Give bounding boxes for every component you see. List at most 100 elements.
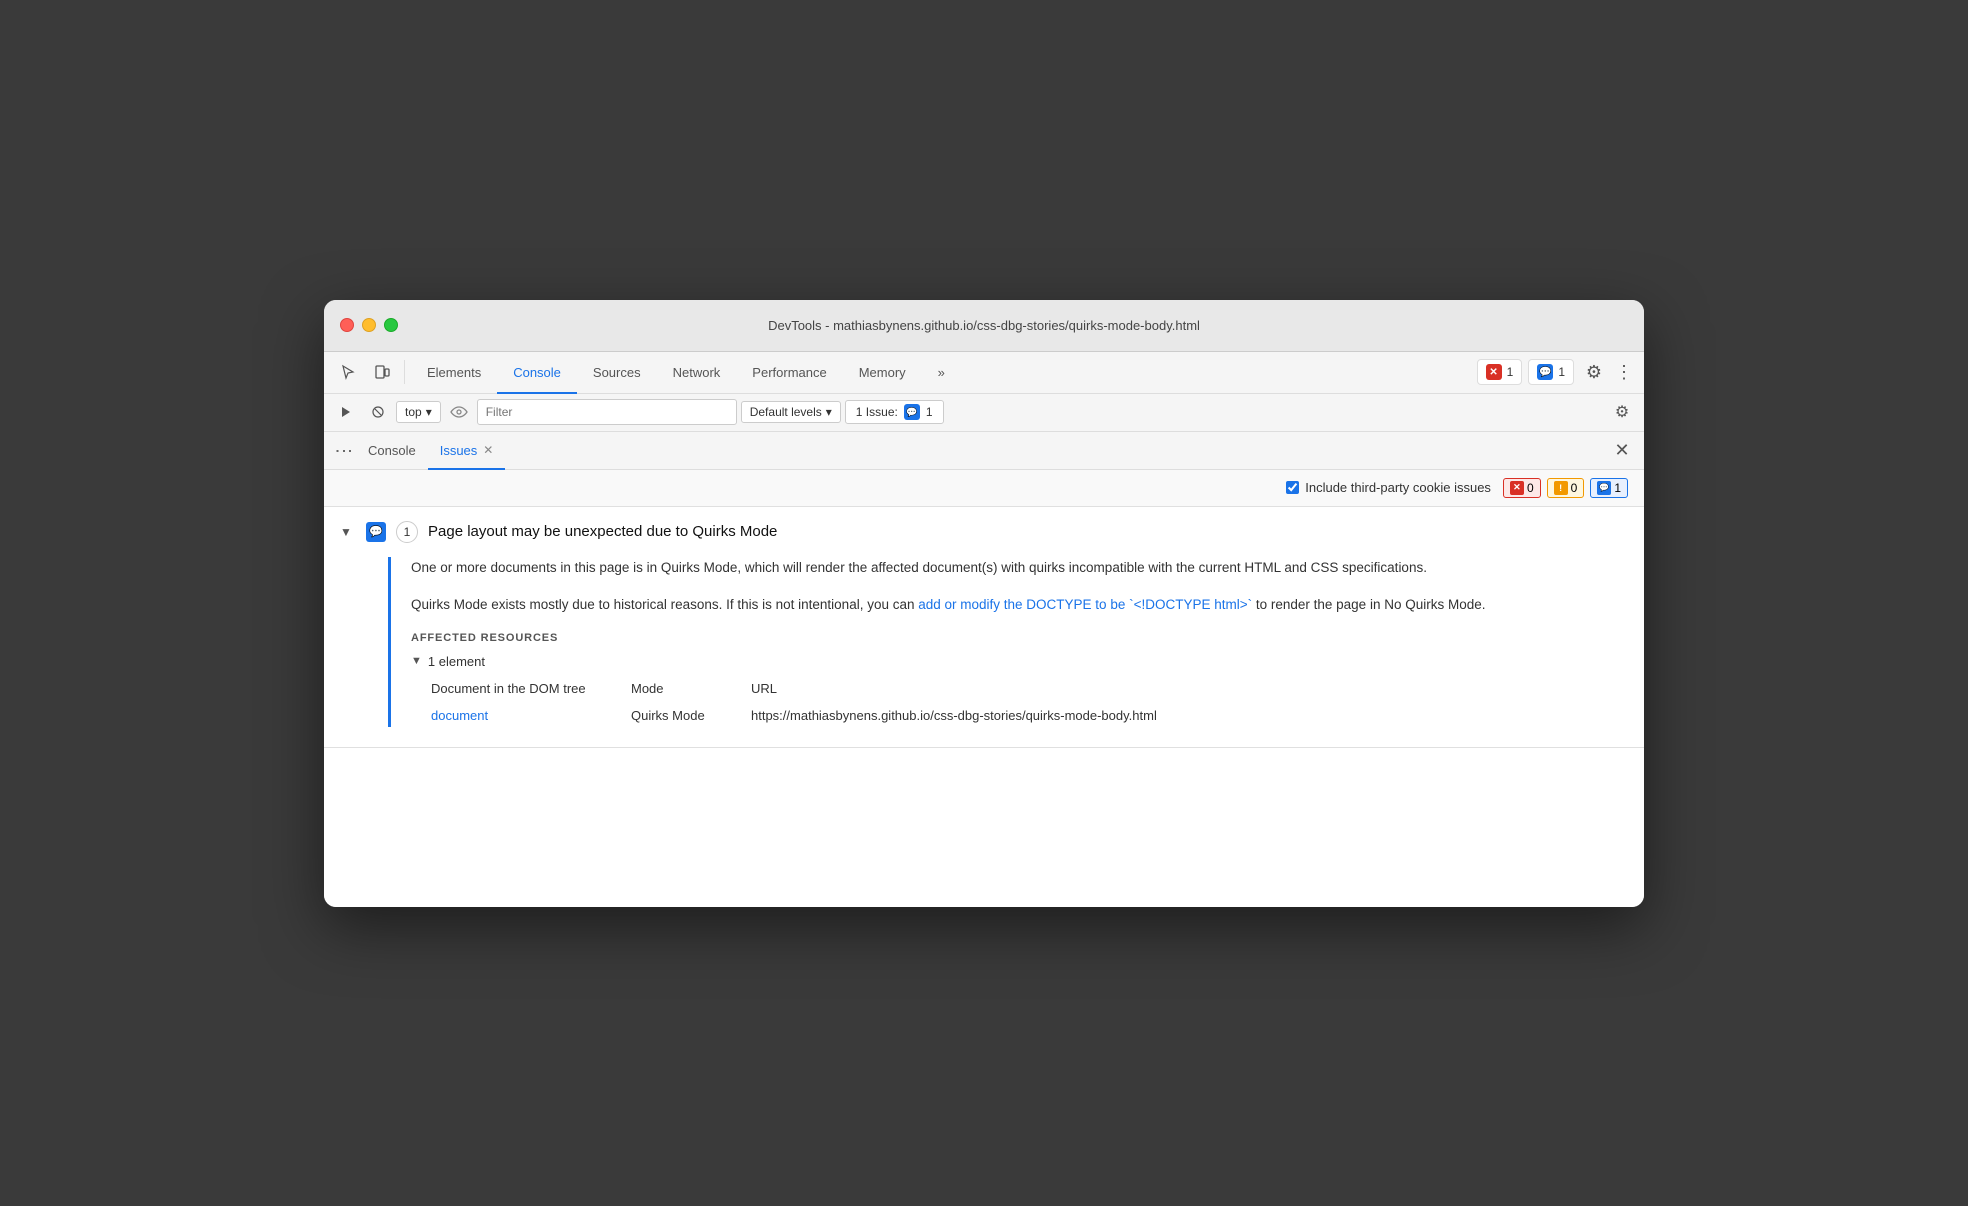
context-selector-btn[interactable]: top ▾ [396, 401, 441, 423]
error-count-value: 0 [1527, 481, 1534, 495]
col-doc-header: Document in the DOM tree [431, 681, 631, 696]
issues-count: 1 [926, 405, 933, 419]
resource-table-row: document Quirks Mode https://mathiasbyne… [431, 704, 1628, 727]
chevron-down-icon: ▾ [426, 405, 432, 419]
col-doc-value: document [431, 708, 631, 723]
vertical-dots-icon: ⋮ [1615, 362, 1633, 383]
context-selector-label: top [405, 405, 422, 419]
console-toolbar: top ▾ Default levels ▾ 1 Issue: 💬 1 ⚙ [324, 394, 1644, 432]
document-link[interactable]: document [431, 708, 631, 723]
cursor-icon-btn[interactable] [332, 356, 364, 388]
issue-type-icon: 💬 [366, 522, 386, 542]
issue-count-badge: 1 [396, 521, 418, 543]
error-count-btn[interactable]: ✕ 1 [1477, 359, 1523, 385]
issue-item: ▼ 💬 1 Page layout may be unexpected due … [324, 507, 1644, 748]
desc2-suffix: to render the page in No Quirks Mode. [1252, 597, 1485, 612]
tab-sources[interactable]: Sources [577, 352, 657, 394]
error-icon: ✕ [1486, 364, 1502, 380]
tab-elements[interactable]: Elements [411, 352, 497, 394]
issues-label: 1 Issue: [856, 405, 898, 419]
resource-table-header: Document in the DOM tree Mode URL [431, 677, 1628, 700]
more-options-btn[interactable]: ⋮ [1612, 356, 1636, 388]
message-count: 1 [1558, 365, 1565, 379]
col-url-header: URL [751, 681, 1628, 696]
info-count-badge: 💬 1 [1590, 478, 1628, 498]
col-mode-value: Quirks Mode [631, 708, 751, 723]
panel-header: ⋮ Console Issues ✕ ✕ [324, 432, 1644, 470]
close-issues-tab-icon[interactable]: ✕ [483, 443, 493, 457]
issue-doc-link[interactable]: add or modify the DOCTYPE to be `<!DOCTY… [918, 597, 1252, 612]
error-count: 1 [1507, 365, 1514, 379]
third-party-checkbox[interactable] [1286, 481, 1299, 494]
tab-network[interactable]: Network [657, 352, 737, 394]
devtools-window: DevTools - mathiasbynens.github.io/css-d… [324, 300, 1644, 907]
error-badge-icon: ✕ [1510, 481, 1524, 495]
affected-resources: Affected Resources ▼ 1 element Document … [411, 632, 1628, 727]
col-mode-header: Mode [631, 681, 751, 696]
tab-performance[interactable]: Performance [736, 352, 842, 394]
issue-description-1: One or more documents in this page is in… [411, 557, 1628, 579]
levels-btn[interactable]: Default levels ▾ [741, 401, 841, 423]
panel-close-btn[interactable]: ✕ [1608, 436, 1636, 464]
message-count-btn[interactable]: 💬 1 [1528, 359, 1574, 385]
panel-menu-btn[interactable]: ⋮ [332, 436, 356, 464]
issue-left-bar: One or more documents in this page is in… [388, 557, 1628, 727]
filter-input[interactable] [477, 399, 737, 425]
resource-chevron-icon[interactable]: ▼ [411, 655, 422, 667]
levels-chevron-icon: ▾ [826, 405, 832, 419]
title-bar: DevTools - mathiasbynens.github.io/css-d… [324, 300, 1644, 352]
tab-console[interactable]: Console [497, 352, 577, 394]
clear-icon [371, 405, 385, 419]
issues-filter-bar: Include third-party cookie issues ✕ 0 ! … [324, 470, 1644, 507]
tab-more[interactable]: » [922, 352, 961, 394]
issue-body: One or more documents in this page is in… [324, 557, 1644, 747]
console-gear-icon: ⚙ [1615, 402, 1629, 422]
settings-btn[interactable]: ⚙ [1578, 356, 1610, 388]
affected-label: Affected Resources [411, 632, 1628, 644]
eye-icon [450, 406, 468, 418]
resource-table: Document in the DOM tree Mode URL docume… [431, 677, 1628, 727]
warning-count-value: 0 [1571, 481, 1578, 495]
panel-tab-issues[interactable]: Issues ✕ [428, 432, 506, 470]
issues-content: ▼ 💬 1 Page layout may be unexpected due … [324, 507, 1644, 907]
error-count-badge: ✕ 0 [1503, 478, 1541, 498]
device-icon [374, 364, 390, 380]
desc2-prefix: Quirks Mode exists mostly due to histori… [411, 597, 918, 612]
info-badge-icon: 💬 [1597, 481, 1611, 495]
mode-value-text: Quirks Mode [631, 708, 705, 723]
warning-badge-icon: ! [1554, 481, 1568, 495]
panel-tab-console[interactable]: Console [356, 432, 428, 470]
issue-expand-chevron-icon[interactable]: ▼ [340, 525, 356, 539]
close-icon: ✕ [1614, 440, 1629, 461]
close-button[interactable] [340, 318, 354, 332]
issues-shortcut-btn[interactable]: 1 Issue: 💬 1 [845, 400, 944, 424]
main-toolbar: Elements Console Sources Network Perform… [324, 352, 1644, 394]
maximize-button[interactable] [384, 318, 398, 332]
gear-icon: ⚙ [1586, 362, 1602, 383]
third-party-checkbox-label[interactable]: Include third-party cookie issues [1286, 480, 1491, 495]
info-count-value: 1 [1614, 481, 1621, 495]
levels-label: Default levels [750, 405, 822, 419]
eye-btn[interactable] [445, 398, 473, 426]
resource-section: ▼ 1 element Document in the DOM tree Mod… [411, 654, 1628, 727]
execute-btn[interactable] [332, 398, 360, 426]
device-icon-btn[interactable] [366, 356, 398, 388]
main-tab-bar: Elements Console Sources Network Perform… [411, 351, 961, 393]
tab-memory[interactable]: Memory [843, 352, 922, 394]
clear-console-btn[interactable] [364, 398, 392, 426]
console-settings-btn[interactable]: ⚙ [1608, 398, 1636, 426]
window-title: DevTools - mathiasbynens.github.io/css-d… [768, 318, 1200, 333]
toolbar-separator [404, 360, 405, 384]
issue-description-2: Quirks Mode exists mostly due to histori… [411, 594, 1628, 616]
url-value-text: https://mathiasbynens.github.io/css-dbg-… [751, 708, 1157, 723]
cursor-icon [340, 364, 356, 380]
issue-counts: ✕ 0 ! 0 💬 1 [1503, 478, 1628, 498]
issue-title: Page layout may be unexpected due to Qui… [428, 523, 777, 540]
element-count: 1 element [428, 654, 485, 669]
issues-badge-icon: 💬 [904, 404, 920, 420]
minimize-button[interactable] [362, 318, 376, 332]
resource-section-header[interactable]: ▼ 1 element [411, 654, 1628, 669]
play-icon [339, 405, 353, 419]
col-url-value: https://mathiasbynens.github.io/css-dbg-… [751, 708, 1628, 723]
issue-header[interactable]: ▼ 💬 1 Page layout may be unexpected due … [324, 507, 1644, 557]
